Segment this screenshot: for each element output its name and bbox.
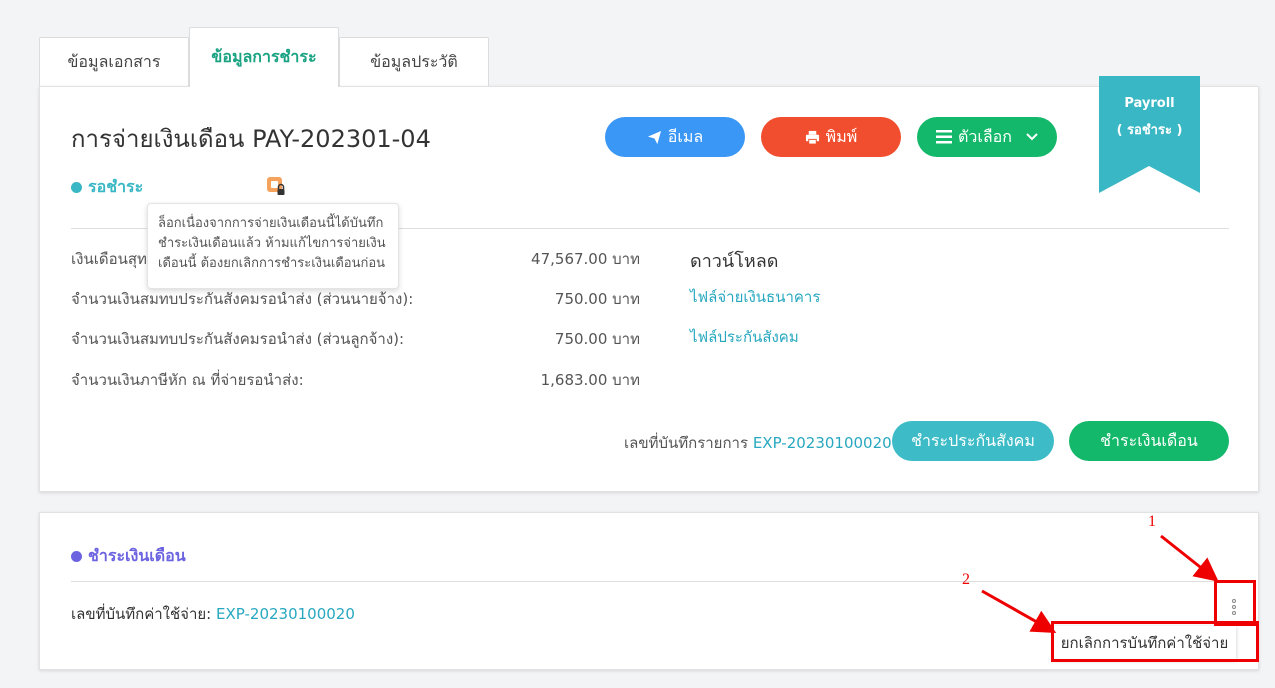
bank-file-link[interactable]: ไฟล์จ่ายเงินธนาคาร	[690, 285, 820, 309]
options-button-label: ตัวเลือก	[958, 126, 1012, 146]
tab-payment-info[interactable]: ข้อมูลการชำระ	[189, 27, 339, 87]
page-title: การจ่ายเงินเดือน PAY-202301-04	[71, 125, 431, 153]
options-button[interactable]: ตัวเลือก	[917, 117, 1057, 157]
print-button[interactable]: พิมพ์	[761, 117, 901, 157]
lock-icon[interactable]	[267, 177, 287, 197]
send-icon	[647, 130, 661, 144]
status-badge: รอชำระ	[71, 175, 143, 200]
sso-employer-label: จำนวนเงินสมทบประกันสังคมรอนำส่ง (ส่วนนาย…	[71, 290, 414, 308]
email-button-label: อีเมล	[667, 126, 704, 146]
expense-row-value[interactable]: EXP-20230100020	[216, 605, 355, 623]
print-button-label: พิมพ์	[825, 126, 858, 146]
tab-history-info[interactable]: ข้อมูลประวัติ	[339, 37, 489, 87]
expense-record-number[interactable]: EXP-20230100020	[753, 434, 892, 452]
expense-row-label: เลขที่บันทึกค่าใช้จ่าย:	[71, 605, 212, 623]
pay-sso-button[interactable]: ชำระประกันสังคม	[892, 421, 1054, 461]
tab-document-info[interactable]: ข้อมูลเอกสาร	[39, 37, 189, 87]
expense-record-label: เลขที่บันทึกรายการ	[624, 434, 749, 452]
menu-icon	[936, 130, 953, 144]
sso-file-link[interactable]: ไฟล์ประกันสังคม	[690, 325, 799, 349]
annotation-box-2	[1051, 621, 1259, 662]
net-salary-label: เงินเดือนสุทธิ	[71, 250, 157, 268]
net-salary-value: 47,567.00 บาท	[531, 250, 640, 268]
payroll-card: การจ่ายเงินเดือน PAY-202301-04 รอชำระ อี…	[39, 76, 1259, 492]
email-button[interactable]: อีเมล	[605, 117, 745, 157]
expense-record-text: เลขที่บันทึกรายการ EXP-20230100020	[624, 431, 892, 455]
printer-icon	[805, 130, 819, 145]
divider	[71, 581, 1229, 582]
section-title: ชำระเงินเดือน	[71, 544, 186, 569]
expense-row: เลขที่บันทึกค่าใช้จ่าย: EXP-20230100020	[71, 602, 355, 626]
status-ribbon: Payroll ( รอชำระ )	[1099, 76, 1200, 193]
withholding-tax-label: จำนวนเงินภาษีหัก ณ ที่จ่ายรอนำส่ง:	[71, 371, 304, 389]
annotation-box-1	[1214, 580, 1256, 626]
pay-salary-button[interactable]: ชำระเงินเดือน	[1069, 421, 1229, 461]
chevron-down-icon	[1026, 133, 1038, 141]
lock-tooltip: ล็อกเนื่องจากการจ่ายเงินเดือนนี้ได้บันทึ…	[147, 203, 399, 289]
ribbon-line1: Payroll	[1124, 96, 1175, 111]
sso-employer-value: 750.00 บาท	[554, 290, 640, 308]
annotation-number-1: 1	[1148, 513, 1156, 530]
status-label: รอชำระ	[88, 177, 144, 196]
status-dot-icon	[71, 182, 82, 193]
section-title-label: ชำระเงินเดือน	[88, 546, 186, 565]
ribbon-line2: ( รอชำระ )	[1116, 123, 1183, 138]
withholding-tax-value: 1,683.00 บาท	[540, 371, 640, 389]
sso-employee-label: จำนวนเงินสมทบประกันสังคมรอนำส่ง (ส่วนลูก…	[71, 330, 405, 348]
download-title: ดาวน์โหลด	[690, 251, 779, 272]
annotation-number-2: 2	[962, 571, 970, 588]
sso-employee-value: 750.00 บาท	[554, 330, 640, 348]
section-dot-icon	[71, 551, 82, 562]
